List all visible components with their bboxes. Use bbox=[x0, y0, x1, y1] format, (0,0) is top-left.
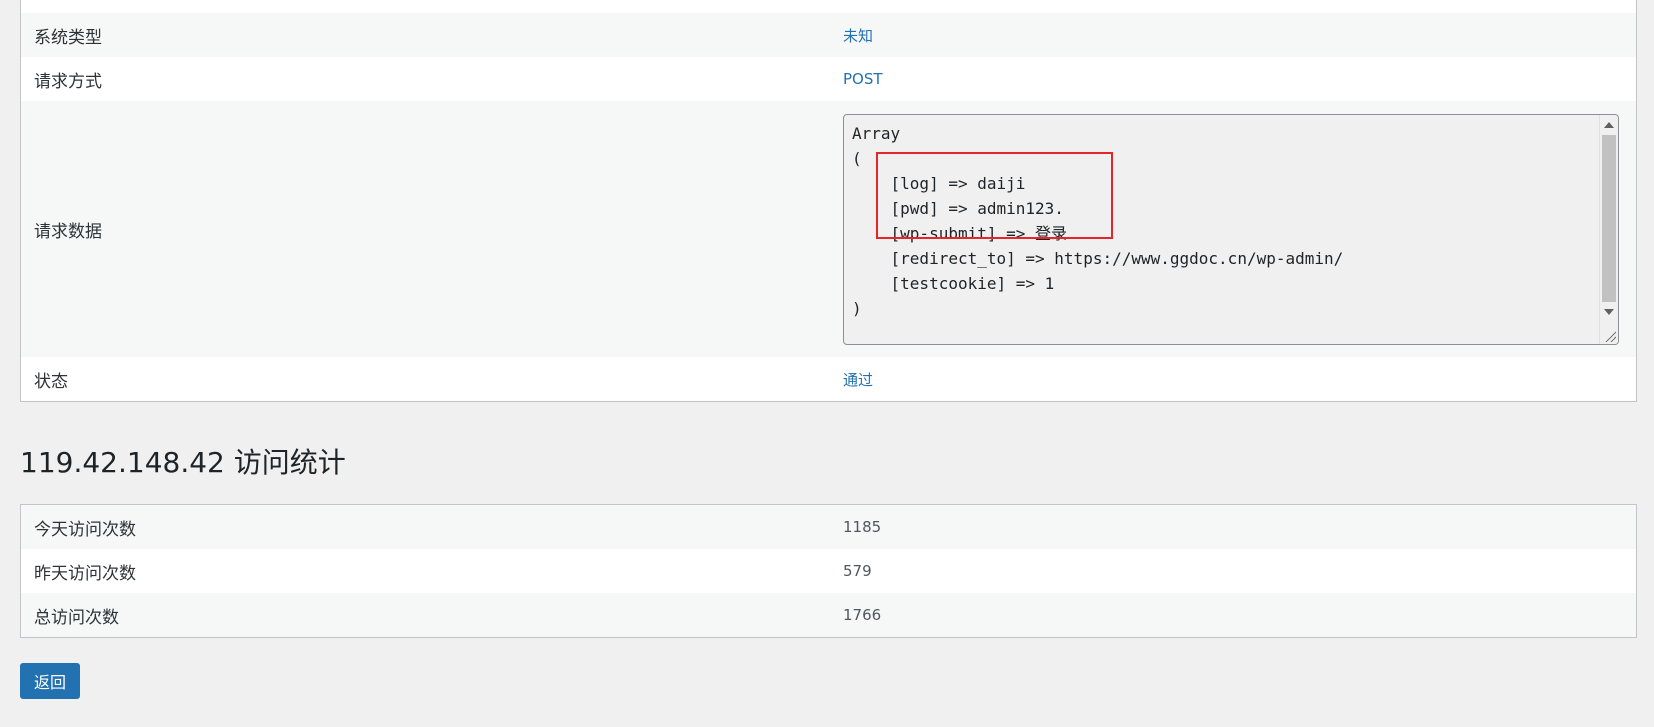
status-label: 状态 bbox=[34, 371, 68, 392]
back-button[interactable]: 返回 bbox=[20, 663, 80, 699]
system-type-label: 系统类型 bbox=[34, 27, 102, 48]
request-details-table: 系统类型 未知 请求方式 POST 请求数据 Array ( [log] => … bbox=[20, 0, 1637, 402]
request-method-value[interactable]: POST bbox=[843, 70, 883, 88]
scroll-down-arrow-icon[interactable] bbox=[1604, 308, 1614, 315]
table-row-top-cut bbox=[21, 0, 1636, 13]
scroll-up-arrow-icon[interactable] bbox=[1604, 121, 1614, 128]
request-data-textarea[interactable]: Array ( [log] => daiji [pwd] => admin123… bbox=[843, 113, 1619, 345]
resize-grip-icon[interactable] bbox=[1604, 329, 1616, 342]
credentials-highlight-box bbox=[876, 151, 1113, 239]
table-row: 今天访问次数 1185 bbox=[21, 505, 1636, 549]
stats-value-yesterday: 579 bbox=[843, 562, 872, 580]
stats-value-total: 1766 bbox=[843, 606, 882, 624]
stats-label-yesterday: 昨天访问次数 bbox=[34, 563, 136, 584]
visit-stats-heading: 119.42.148.42 访问统计 bbox=[20, 446, 346, 479]
request-data-label: 请求数据 bbox=[34, 221, 102, 242]
table-row: 总访问次数 1766 bbox=[21, 593, 1636, 637]
table-row: 昨天访问次数 579 bbox=[21, 549, 1636, 593]
visit-stats-table: 今天访问次数 1185 昨天访问次数 579 总访问次数 1766 bbox=[20, 504, 1637, 638]
request-method-label: 请求方式 bbox=[34, 71, 102, 92]
stats-label-total: 总访问次数 bbox=[34, 607, 119, 628]
system-type-value[interactable]: 未知 bbox=[843, 25, 873, 46]
status-value[interactable]: 通过 bbox=[843, 369, 873, 390]
textarea-scrollbar[interactable] bbox=[1599, 114, 1618, 344]
scroll-thumb[interactable] bbox=[1602, 134, 1616, 302]
stats-value-today: 1185 bbox=[843, 518, 882, 536]
table-row-request-data: 请求数据 Array ( [log] => daiji [pwd] => adm… bbox=[21, 101, 1636, 357]
table-row-request-method: 请求方式 POST bbox=[21, 57, 1636, 101]
stats-label-today: 今天访问次数 bbox=[34, 519, 136, 540]
table-row-system-type: 系统类型 未知 bbox=[21, 13, 1636, 57]
table-row-status: 状态 通过 bbox=[21, 357, 1636, 401]
